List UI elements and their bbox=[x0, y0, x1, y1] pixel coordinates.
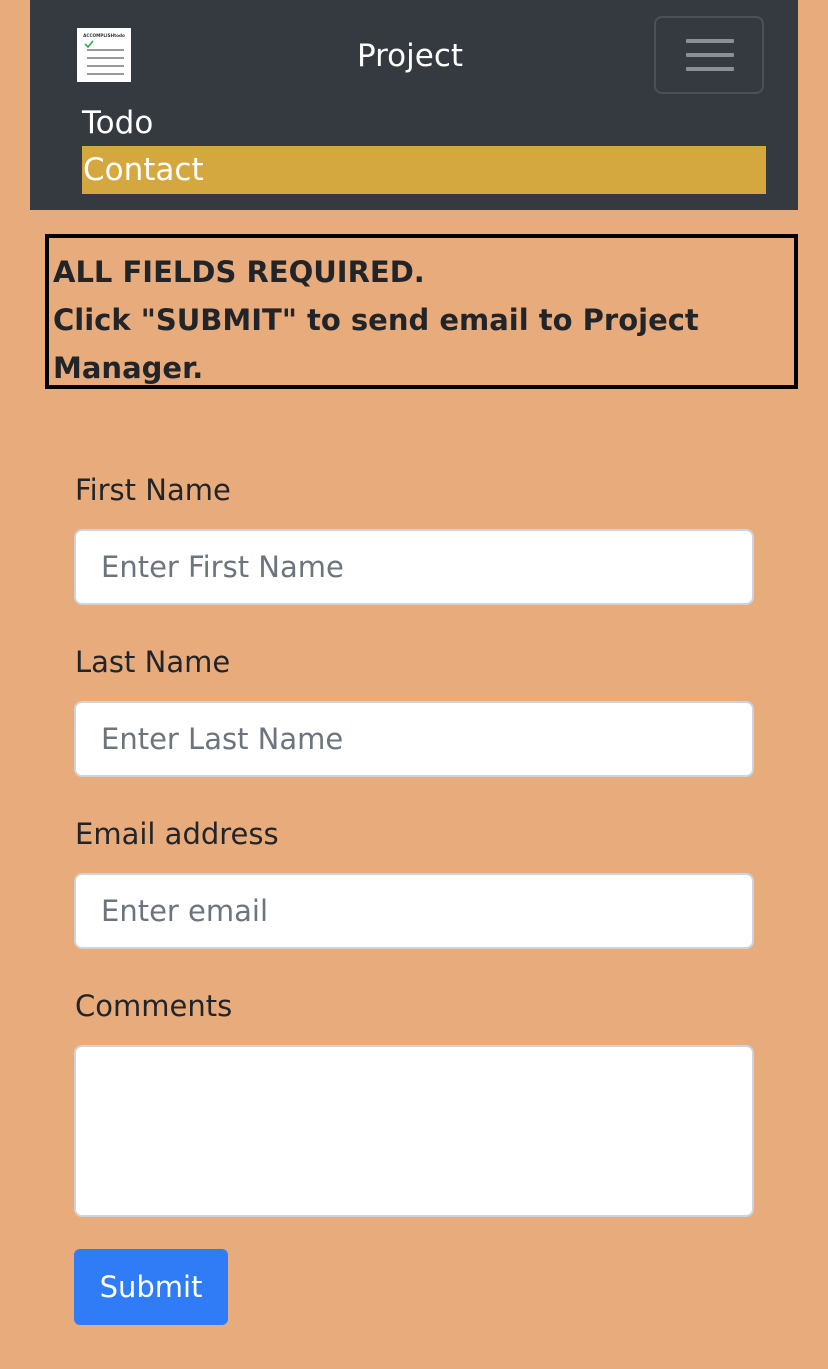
notice-line-2: Click "SUBMIT" to send email to Project … bbox=[53, 303, 699, 385]
checklist-icon: ACCOMPLISHtodo bbox=[83, 33, 125, 75]
nav-link-todo[interactable]: Todo bbox=[82, 99, 766, 147]
email-input[interactable] bbox=[74, 873, 754, 949]
hamburger-icon-bar bbox=[686, 67, 734, 71]
comments-label: Comments bbox=[75, 989, 233, 1023]
last-name-input[interactable] bbox=[74, 701, 754, 777]
required-fields-notice: ALL FIELDS REQUIRED. Click "SUBMIT" to s… bbox=[45, 234, 798, 389]
hamburger-icon-bar bbox=[686, 53, 734, 57]
navbar-title[interactable]: Project bbox=[330, 36, 490, 76]
logo-text: ACCOMPLISHtodo bbox=[83, 33, 125, 38]
submit-button[interactable]: Submit bbox=[74, 1249, 228, 1325]
first-name-input[interactable] bbox=[74, 529, 754, 605]
hamburger-icon-bar bbox=[686, 39, 734, 43]
navbar: ACCOMPLISHtodo Project Todo Contact bbox=[30, 0, 798, 210]
notice-line-1: ALL FIELDS REQUIRED. bbox=[53, 255, 425, 289]
first-name-label: First Name bbox=[75, 473, 231, 507]
brand-logo[interactable]: ACCOMPLISHtodo bbox=[77, 28, 131, 82]
navbar-toggle-button[interactable] bbox=[654, 16, 764, 94]
last-name-label: Last Name bbox=[75, 645, 231, 679]
nav-link-contact[interactable]: Contact bbox=[82, 146, 766, 194]
email-label: Email address bbox=[75, 817, 279, 851]
comments-textarea[interactable] bbox=[74, 1045, 754, 1217]
